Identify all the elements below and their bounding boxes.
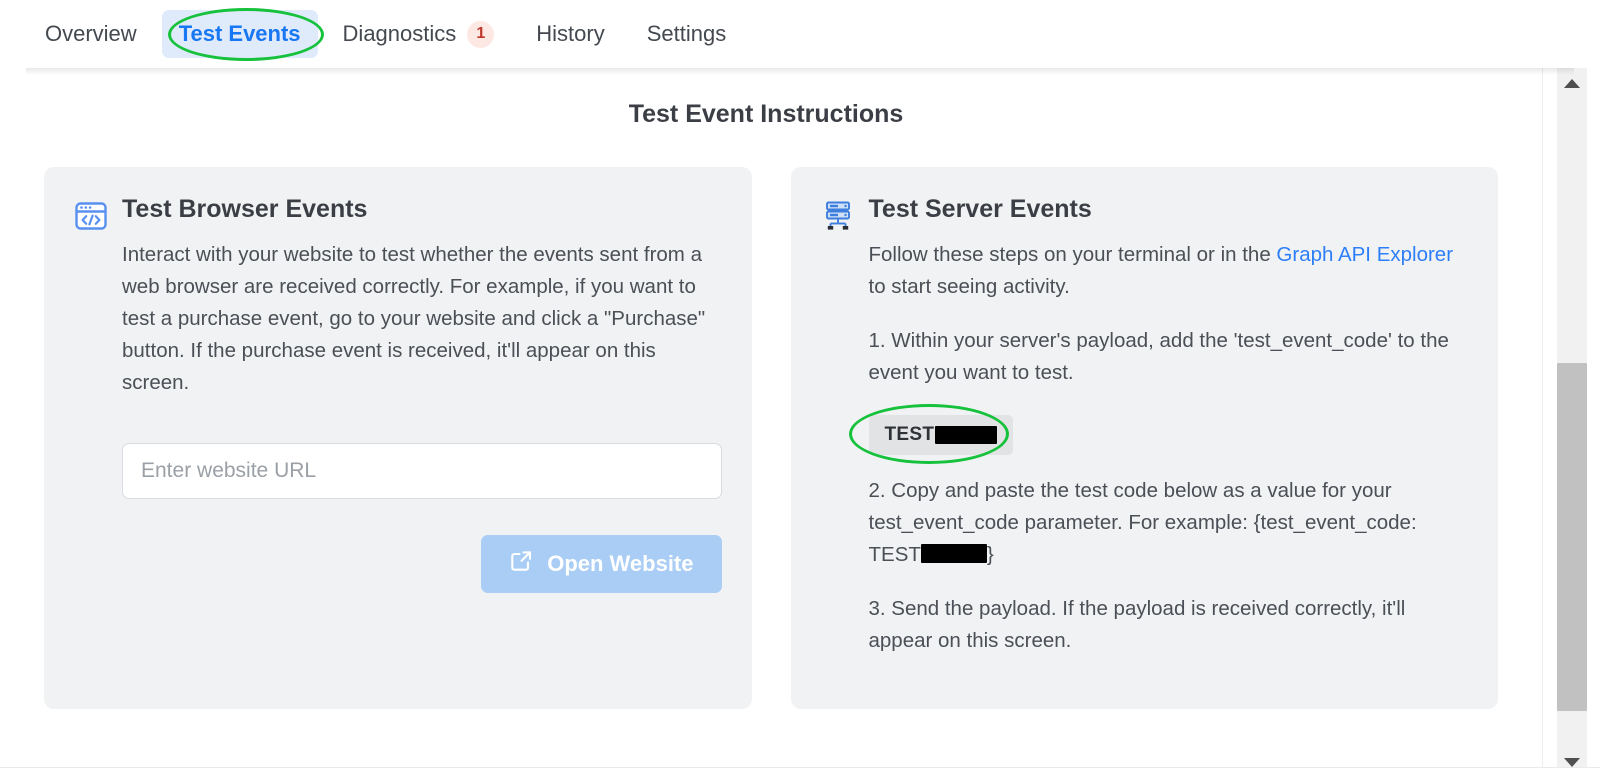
tab-diagnostics-label: Diagnostics <box>342 21 457 46</box>
test-event-code-chip[interactable]: TEST <box>868 414 1014 455</box>
redacted-code-bar-inline <box>920 543 987 563</box>
server-step-2-text-after: } <box>986 542 994 566</box>
open-website-button[interactable]: Open Website <box>481 534 722 593</box>
browser-card-button-row: Open Website <box>122 534 722 593</box>
tab-overview-label: Overview <box>45 21 137 46</box>
open-website-button-label: Open Website <box>547 550 694 576</box>
server-step-2: 2. Copy and paste the test code below as… <box>869 475 1469 571</box>
server-card-header: Test Server Events <box>821 195 1469 233</box>
test-browser-events-card: Test Browser Events Interact with your w… <box>44 167 752 709</box>
tab-history[interactable]: History <box>519 10 621 58</box>
server-step-3: 3. Send the payload. If the payload is r… <box>868 596 1406 652</box>
content-scroll-region: Test Event Instructions Test Browser Eve… <box>0 68 1600 777</box>
browser-card-header: Test Browser Events <box>74 195 722 233</box>
page-title: Test Event Instructions <box>628 100 904 128</box>
server-intro-text-after: to start seeing activity. <box>868 274 1070 298</box>
vertical-scrollbar[interactable] <box>1542 68 1600 777</box>
tab-overview[interactable]: Overview <box>28 10 154 58</box>
server-card-title: Test Server Events <box>868 195 1092 223</box>
server-step-1: 1. Within your server's payload, add the… <box>868 328 1449 384</box>
scroll-up-arrow-icon <box>1564 78 1580 88</box>
window-bottom-edge <box>0 767 1600 777</box>
instruction-cards-row: Test Browser Events Interact with your w… <box>0 129 1542 709</box>
server-card-intro: Follow these steps on your terminal or i… <box>869 239 1469 303</box>
test-events-page: Overview Test Events Diagnostics 1 Histo… <box>0 0 1600 777</box>
tab-settings-label: Settings <box>646 21 727 46</box>
browser-card-body: Interact with your website to test wheth… <box>74 239 722 593</box>
tab-test-events-label: Test Events <box>178 21 301 46</box>
server-rack-icon <box>821 199 855 233</box>
browser-card-description: Interact with your website to test wheth… <box>122 243 706 394</box>
test-server-events-card: Test Server Events Follow these steps on… <box>790 167 1498 709</box>
tab-diagnostics[interactable]: Diagnostics 1 <box>326 10 512 59</box>
redacted-code-bar <box>935 425 998 444</box>
external-link-icon <box>509 549 533 579</box>
browser-card-title: Test Browser Events <box>122 195 368 223</box>
diagnostics-count-badge: 1 <box>467 20 495 48</box>
server-intro-text-before: Follow these steps on your terminal or i… <box>868 243 1277 266</box>
content-viewport: Test Event Instructions Test Browser Eve… <box>0 68 1542 777</box>
tab-history-label: History <box>536 21 605 46</box>
graph-api-explorer-link[interactable]: Graph API Explorer <box>1276 243 1453 266</box>
tab-bar: Overview Test Events Diagnostics 1 Histo… <box>0 0 1600 75</box>
server-card-body: Follow these steps on your terminal or i… <box>821 239 1469 657</box>
scrollbar-thumb[interactable] <box>1557 363 1587 711</box>
website-url-input[interactable] <box>122 442 722 499</box>
test-event-code-prefix: TEST <box>884 423 935 445</box>
tab-test-events[interactable]: Test Events <box>161 10 318 58</box>
tab-settings[interactable]: Settings <box>630 10 744 58</box>
browser-code-icon <box>74 199 108 233</box>
scroll-up-button[interactable] <box>1557 68 1587 98</box>
scroll-down-arrow-icon <box>1564 757 1580 767</box>
